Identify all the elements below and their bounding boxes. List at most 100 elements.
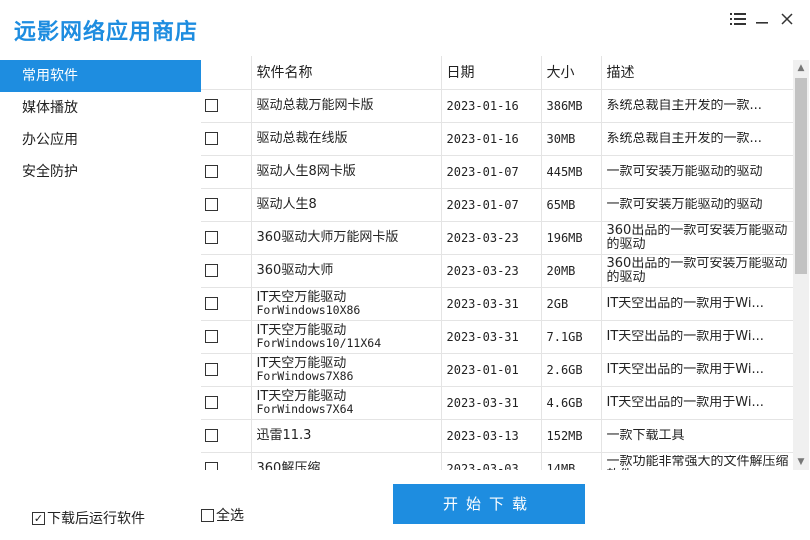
row-name: IT天空万能驱动 ForWindows7X64 — [251, 386, 442, 420]
row-date: 2023-01-16 — [441, 122, 542, 156]
row-checkbox-cell — [201, 122, 252, 156]
table-row[interactable]: 迅雷11.3 2023-03-13 152MB 一款下载工具 — [201, 419, 793, 453]
row-checkbox-cell — [201, 254, 252, 288]
row-checkbox[interactable] — [205, 330, 218, 343]
menu-icon[interactable] — [728, 9, 748, 29]
row-name-text: 驱动人生8 — [256, 197, 317, 212]
app-title: 远影网络应用商店 — [14, 19, 199, 45]
row-checkbox-cell — [201, 221, 252, 255]
row-name: 驱动人生8网卡版 — [251, 155, 442, 189]
sidebar-item[interactable]: 常用软件 — [0, 60, 201, 92]
row-desc: 360出品的一款可安装万能驱动的驱动 — [606, 256, 788, 285]
table-row[interactable]: IT天空万能驱动 ForWindows10/11X64 2023-03-31 7.1G… — [201, 320, 793, 354]
row-checkbox-cell — [201, 320, 252, 354]
run-after-download-checkbox[interactable]: ✓ 下载后运行软件 — [32, 508, 145, 528]
row-date: 2023-01-07 — [441, 155, 542, 189]
row-desc: IT天空出品的一款用于Wi... — [606, 296, 764, 311]
row-desc: 系统总裁自主开发的一款... — [606, 131, 762, 146]
run-after-label: 下载后运行软件 — [47, 511, 145, 527]
row-desc-cell: IT天空出品的一款用于Wi... — [601, 386, 793, 420]
row-desc-cell: 一款可安装万能驱动的驱动 — [601, 188, 793, 222]
checkbox-icon[interactable]: ✓ — [32, 511, 45, 525]
scroll-thumb[interactable] — [795, 78, 807, 274]
row-name-text: IT天空万能驱动 — [256, 322, 347, 338]
table-row[interactable]: 驱动人生8 2023-01-07 65MB 一款可安装万能驱动的驱动 — [201, 188, 793, 222]
scroll-down-icon[interactable]: ▼ — [793, 454, 809, 470]
row-size: 30MB — [541, 122, 602, 156]
row-name-subtext: ForWindows10X86 — [256, 302, 361, 317]
table-row[interactable]: IT天空万能驱动 ForWindows7X86 2023-01-01 2.6GB IT天… — [201, 353, 793, 387]
row-name-text: 迅雷11.3 — [256, 428, 312, 443]
row-name-text: 360解压缩 — [256, 461, 321, 470]
row-name-subtext: ForWindows7X64 — [256, 401, 354, 416]
row-date: 2023-03-23 — [441, 254, 542, 288]
row-size: 14MB — [541, 452, 602, 470]
row-name-text: IT天空万能驱动 — [256, 388, 347, 404]
sidebar-item[interactable]: 媒体播放 — [0, 92, 201, 124]
minimize-icon[interactable] — [752, 9, 772, 29]
row-name-subtext: ForWindows7X86 — [256, 368, 354, 383]
row-size: 386MB — [541, 89, 602, 123]
row-size: 2.6GB — [541, 353, 602, 387]
row-name-text: 驱动人生8网卡版 — [256, 164, 356, 179]
table-row[interactable]: 360驱动大师万能网卡版 2023-03-23 196MB 360出品的一款可安装万能… — [201, 221, 793, 255]
row-name-subtext: ForWindows10/11X64 — [256, 335, 382, 350]
row-checkbox[interactable] — [205, 264, 218, 277]
row-checkbox[interactable] — [205, 429, 218, 442]
row-checkbox[interactable] — [205, 462, 218, 470]
select-all-checkbox[interactable]: 全选 — [201, 505, 244, 525]
software-table: 软件名称 日期 大小 描述 驱动总裁万能网卡版 2023-01-16 386MB 系统… — [201, 56, 809, 470]
row-name: 驱动总裁万能网卡版 — [251, 89, 442, 123]
row-checkbox-cell — [201, 155, 252, 189]
table-row[interactable]: 360解压缩 2023-03-0314MB一款功能非常强大的文件解压缩软件 — [201, 452, 793, 470]
row-desc: IT天空出品的一款用于Wi... — [606, 362, 764, 377]
scroll-up-icon[interactable]: ▲ — [793, 60, 809, 76]
row-name-text: IT天空万能驱动 — [256, 289, 347, 305]
header-date[interactable]: 日期 — [441, 56, 542, 90]
row-desc-cell: IT天空出品的一款用于Wi... — [601, 353, 793, 387]
close-icon[interactable] — [777, 9, 797, 29]
row-checkbox-cell — [201, 287, 252, 321]
sidebar-item[interactable]: 安全防护 — [0, 156, 201, 188]
row-date: 2023-03-31 — [441, 287, 542, 321]
row-size: 152MB — [541, 419, 602, 453]
table-scrollbar[interactable]: ▲ ▼ — [793, 60, 809, 470]
row-date: 2023-03-31 — [441, 386, 542, 420]
table-row[interactable]: 驱动人生8网卡版 2023-01-07 445MB 一款可安装万能驱动的驱动 — [201, 155, 793, 189]
row-desc: 一款可安装万能驱动的驱动 — [606, 164, 763, 179]
table-row[interactable]: 360驱动大师 2023-03-23 20MB 360出品的一款可安装万能驱动的驱动 — [201, 254, 793, 288]
row-checkbox[interactable] — [205, 396, 218, 409]
table-row[interactable]: 驱动总裁万能网卡版 2023-01-16 386MB 系统总裁自主开发的一款... — [201, 89, 793, 123]
row-desc-cell: 一款可安装万能驱动的驱动 — [601, 155, 793, 189]
header-checkbox-column — [201, 56, 252, 90]
row-desc-cell: IT天空出品的一款用于Wi... — [601, 320, 793, 354]
row-desc-cell: 系统总裁自主开发的一款... — [601, 122, 793, 156]
row-checkbox[interactable] — [205, 99, 218, 112]
table-row[interactable]: IT天空万能驱动 ForWindows10X86 2023-03-31 2GB IT天空… — [201, 287, 793, 321]
row-desc-cell: 360出品的一款可安装万能驱动的驱动 — [601, 254, 793, 288]
start-download-button[interactable]: 开始下载 — [393, 484, 585, 524]
row-name: IT天空万能驱动 ForWindows10X86 — [251, 287, 442, 321]
header-desc[interactable]: 描述 — [601, 56, 793, 90]
table-row[interactable]: 驱动总裁在线版 2023-01-16 30MB 系统总裁自主开发的一款... — [201, 122, 793, 156]
row-checkbox[interactable] — [205, 363, 218, 376]
row-checkbox-cell — [201, 452, 252, 470]
row-checkbox[interactable] — [205, 297, 218, 310]
row-desc-cell: 系统总裁自主开发的一款... — [601, 89, 793, 123]
row-checkbox-cell — [201, 353, 252, 387]
sidebar-item[interactable]: 办公应用 — [0, 124, 201, 156]
row-checkbox[interactable] — [205, 132, 218, 145]
row-checkbox[interactable] — [205, 165, 218, 178]
row-checkbox[interactable] — [205, 231, 218, 244]
header-size[interactable]: 大小 — [541, 56, 602, 90]
row-name-text: 驱动总裁万能网卡版 — [256, 98, 374, 113]
header-name[interactable]: 软件名称 — [251, 56, 442, 90]
row-checkbox[interactable] — [205, 198, 218, 211]
row-name: IT天空万能驱动 ForWindows7X86 — [251, 353, 442, 387]
row-name: 迅雷11.3 — [251, 419, 442, 453]
table-row[interactable]: IT天空万能驱动 ForWindows7X64 2023-03-31 4.6GB IT天… — [201, 386, 793, 420]
row-date: 2023-01-16 — [441, 89, 542, 123]
checkbox-icon[interactable] — [201, 508, 214, 522]
row-size: 445MB — [541, 155, 602, 189]
row-size: 65MB — [541, 188, 602, 222]
